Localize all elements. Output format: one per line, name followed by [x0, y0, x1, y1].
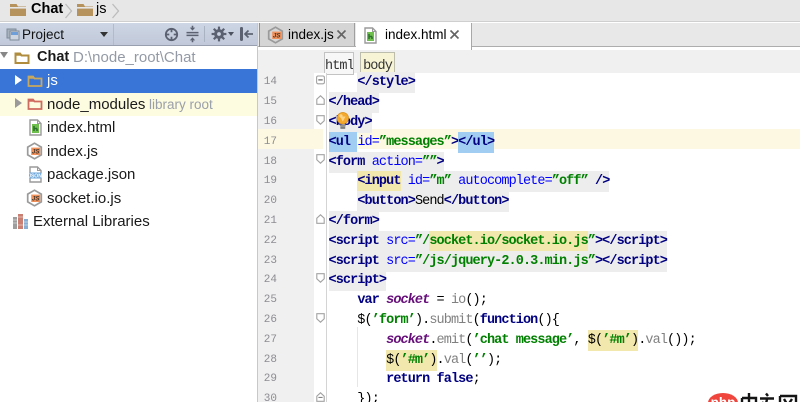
svg-text:JS: JS	[273, 33, 281, 40]
svg-text:JS: JS	[32, 196, 40, 203]
svg-text:php: php	[711, 395, 736, 402]
svg-text:JSON: JSON	[28, 173, 42, 179]
svg-text:JS: JS	[32, 149, 40, 156]
